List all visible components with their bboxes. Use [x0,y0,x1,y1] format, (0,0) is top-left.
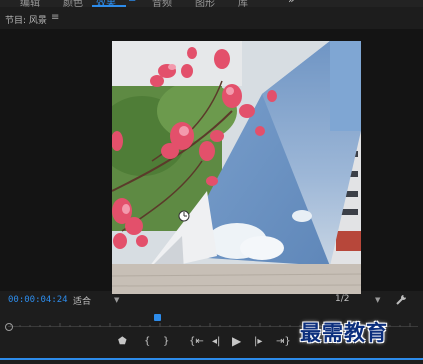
play-icon[interactable]: ▶ [232,334,241,348]
tab-audio[interactable]: 音频 [152,0,172,7]
marker-icon[interactable]: ⬟ [118,336,127,347]
out-point-icon[interactable]: } [163,336,169,347]
program-monitor-viewer[interactable] [0,29,423,294]
watermark-logo: 最需教育 [300,321,388,345]
tab-effects-menu-icon[interactable]: ≡ [128,0,136,5]
video-frame-image [112,41,361,294]
active-tab-indicator [92,5,126,7]
in-point-icon[interactable]: { [144,336,150,347]
playback-resolution-select[interactable]: 1/2 ▼ [335,294,385,307]
monitor-controls-row: 00:00:04:24 适合 ▼ 1/2 ▼ [0,294,423,310]
in-point-marker[interactable] [5,323,13,331]
panel-title[interactable]: 节目: 风景 [5,13,47,26]
more-panels-icon[interactable]: » [288,0,295,6]
hamburger-menu-icon[interactable]: ≡ [51,12,59,23]
chevron-down-icon: ▼ [114,296,120,304]
step-forward-icon[interactable]: |▸ [254,336,262,347]
playback-resolution-label: 1/2 [335,294,350,304]
workspace-tab-bar: 编辑 颜色 效果 ≡ 音频 图形 库 » [0,0,423,7]
tab-libraries[interactable]: 库 [238,0,248,7]
go-to-out-icon[interactable]: ⇥} [276,336,291,347]
tab-color[interactable]: 颜色 [63,0,83,7]
settings-wrench-icon[interactable] [395,294,407,306]
zoom-fit-label: 适合 [73,297,92,307]
program-monitor-header: 节目: 风景 ≡ [0,9,423,29]
step-back-icon[interactable]: ◂| [212,336,220,347]
timeline-bar [0,358,423,360]
go-to-in-icon[interactable]: {⇤ [189,336,204,347]
tab-graphics[interactable]: 图形 [195,0,215,7]
zoom-fit-select[interactable]: 适合 ▼ [73,294,125,307]
video-frame [112,41,361,294]
chevron-down-icon: ▼ [375,296,381,304]
tab-edit[interactable]: 编辑 [20,0,40,7]
playhead[interactable] [153,314,161,321]
timecode-display[interactable]: 00:00:04:24 [8,295,68,305]
